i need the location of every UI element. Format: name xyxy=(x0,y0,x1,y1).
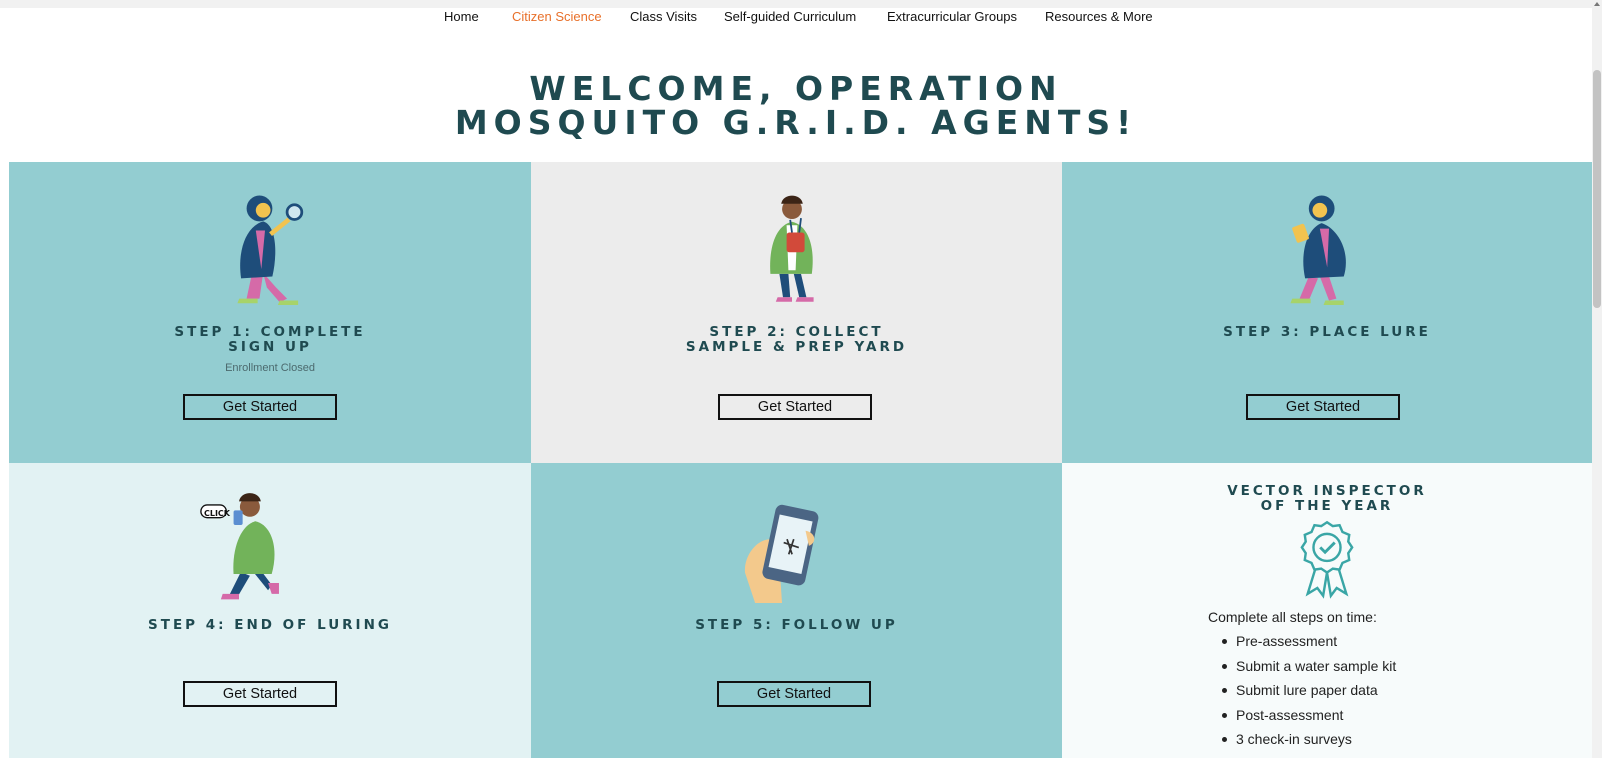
magnifier-agent-illustration xyxy=(237,195,304,306)
step-4-title-line1: STEP 4: END OF LURING xyxy=(148,617,392,633)
scroll-thumb[interactable] xyxy=(1593,70,1601,308)
step-3-get-started-button[interactable]: Get Started xyxy=(1246,394,1400,420)
camera-agent-illustration xyxy=(200,493,279,600)
step-4-panel: CLICK STEP 4: END OF LURING Get Started xyxy=(9,463,531,758)
step-2-title-line2: SAMPLE & PREP YARD xyxy=(685,339,908,355)
page-title-line2: MOSQUITO G.R.I.D. AGENTS! xyxy=(454,103,1138,142)
scrollbar[interactable] xyxy=(1592,0,1602,758)
phone-mosquito-illustration xyxy=(744,504,819,604)
step-2-panel: STEP 2: COLLECT SAMPLE & PREP YARD Get S… xyxy=(531,162,1062,463)
nav-resources-more[interactable]: Resources & More xyxy=(1045,9,1153,24)
list-item: Pre-assessment xyxy=(1222,629,1396,654)
step-2-get-started-button[interactable]: Get Started xyxy=(718,394,872,420)
page-title: WELCOME, OPERATION MOSQUITO G.R.I.D. AGE… xyxy=(0,72,1592,140)
step-1-panel: STEP 1: COMPLETE SIGN UP Enrollment Clos… xyxy=(9,162,531,463)
list-item: Submit a water sample kit xyxy=(1222,654,1396,679)
step-3-panel: STEP 3: PLACE LURE Get Started xyxy=(1062,162,1592,463)
step-1-get-started-button[interactable]: Get Started xyxy=(183,394,337,420)
scroll-up-icon[interactable] xyxy=(1594,2,1600,6)
step-5-get-started-button[interactable]: Get Started xyxy=(717,681,871,707)
list-item: 3 check-in surveys xyxy=(1222,727,1396,752)
step-1-title-line2: SIGN UP xyxy=(228,339,312,355)
award-ribbon-icon xyxy=(1300,520,1354,599)
list-item: Post-assessment xyxy=(1222,703,1396,728)
step-3-title: STEP 3: PLACE LURE xyxy=(1062,325,1592,340)
list-item: Submit lure paper data xyxy=(1222,678,1396,703)
award-requirements-list: Pre-assessment Submit a water sample kit… xyxy=(1222,629,1396,752)
award-panel: VECTOR INSPECTOR OF THE YEAR Complete al… xyxy=(1062,463,1592,758)
award-intro: Complete all steps on time: xyxy=(1208,609,1377,625)
step-4-get-started-button[interactable]: Get Started xyxy=(183,681,337,707)
step-4-title: STEP 4: END OF LURING xyxy=(9,618,531,633)
award-title-line2: OF THE YEAR xyxy=(1260,498,1394,514)
nav-class-visits[interactable]: Class Visits xyxy=(630,9,697,24)
nav-home[interactable]: Home xyxy=(444,9,479,24)
step-2-title: STEP 2: COLLECT SAMPLE & PREP YARD xyxy=(531,325,1062,355)
click-sound-text: CLICK xyxy=(203,509,230,518)
main-nav: Home Citizen Science Class Visits Self-g… xyxy=(0,8,1592,30)
lure-agent-illustration xyxy=(1290,195,1346,306)
nav-extracurricular-groups[interactable]: Extracurricular Groups xyxy=(887,9,1017,24)
top-strip xyxy=(0,0,1592,8)
step-1-title: STEP 1: COMPLETE SIGN UP xyxy=(9,325,531,355)
step-5-title-line1: STEP 5: FOLLOW UP xyxy=(695,617,898,633)
award-title-line1: VECTOR INSPECTOR xyxy=(1227,483,1427,499)
nav-self-guided-curriculum[interactable]: Self-guided Curriculum xyxy=(724,9,856,24)
sample-agent-illustration xyxy=(770,195,814,302)
step-5-panel: STEP 5: FOLLOW UP Get Started xyxy=(531,463,1062,758)
step-3-title-line1: STEP 3: PLACE LURE xyxy=(1223,324,1431,340)
enrollment-status: Enrollment Closed xyxy=(225,362,315,374)
nav-citizen-science[interactable]: Citizen Science xyxy=(512,9,602,24)
step-2-title-line1: STEP 2: COLLECT xyxy=(709,324,884,340)
step-5-title: STEP 5: FOLLOW UP xyxy=(531,618,1062,633)
page-title-line1: WELCOME, OPERATION xyxy=(529,69,1063,108)
step-1-title-line1: STEP 1: COMPLETE xyxy=(174,324,366,340)
award-title: VECTOR INSPECTOR OF THE YEAR xyxy=(1062,484,1592,514)
